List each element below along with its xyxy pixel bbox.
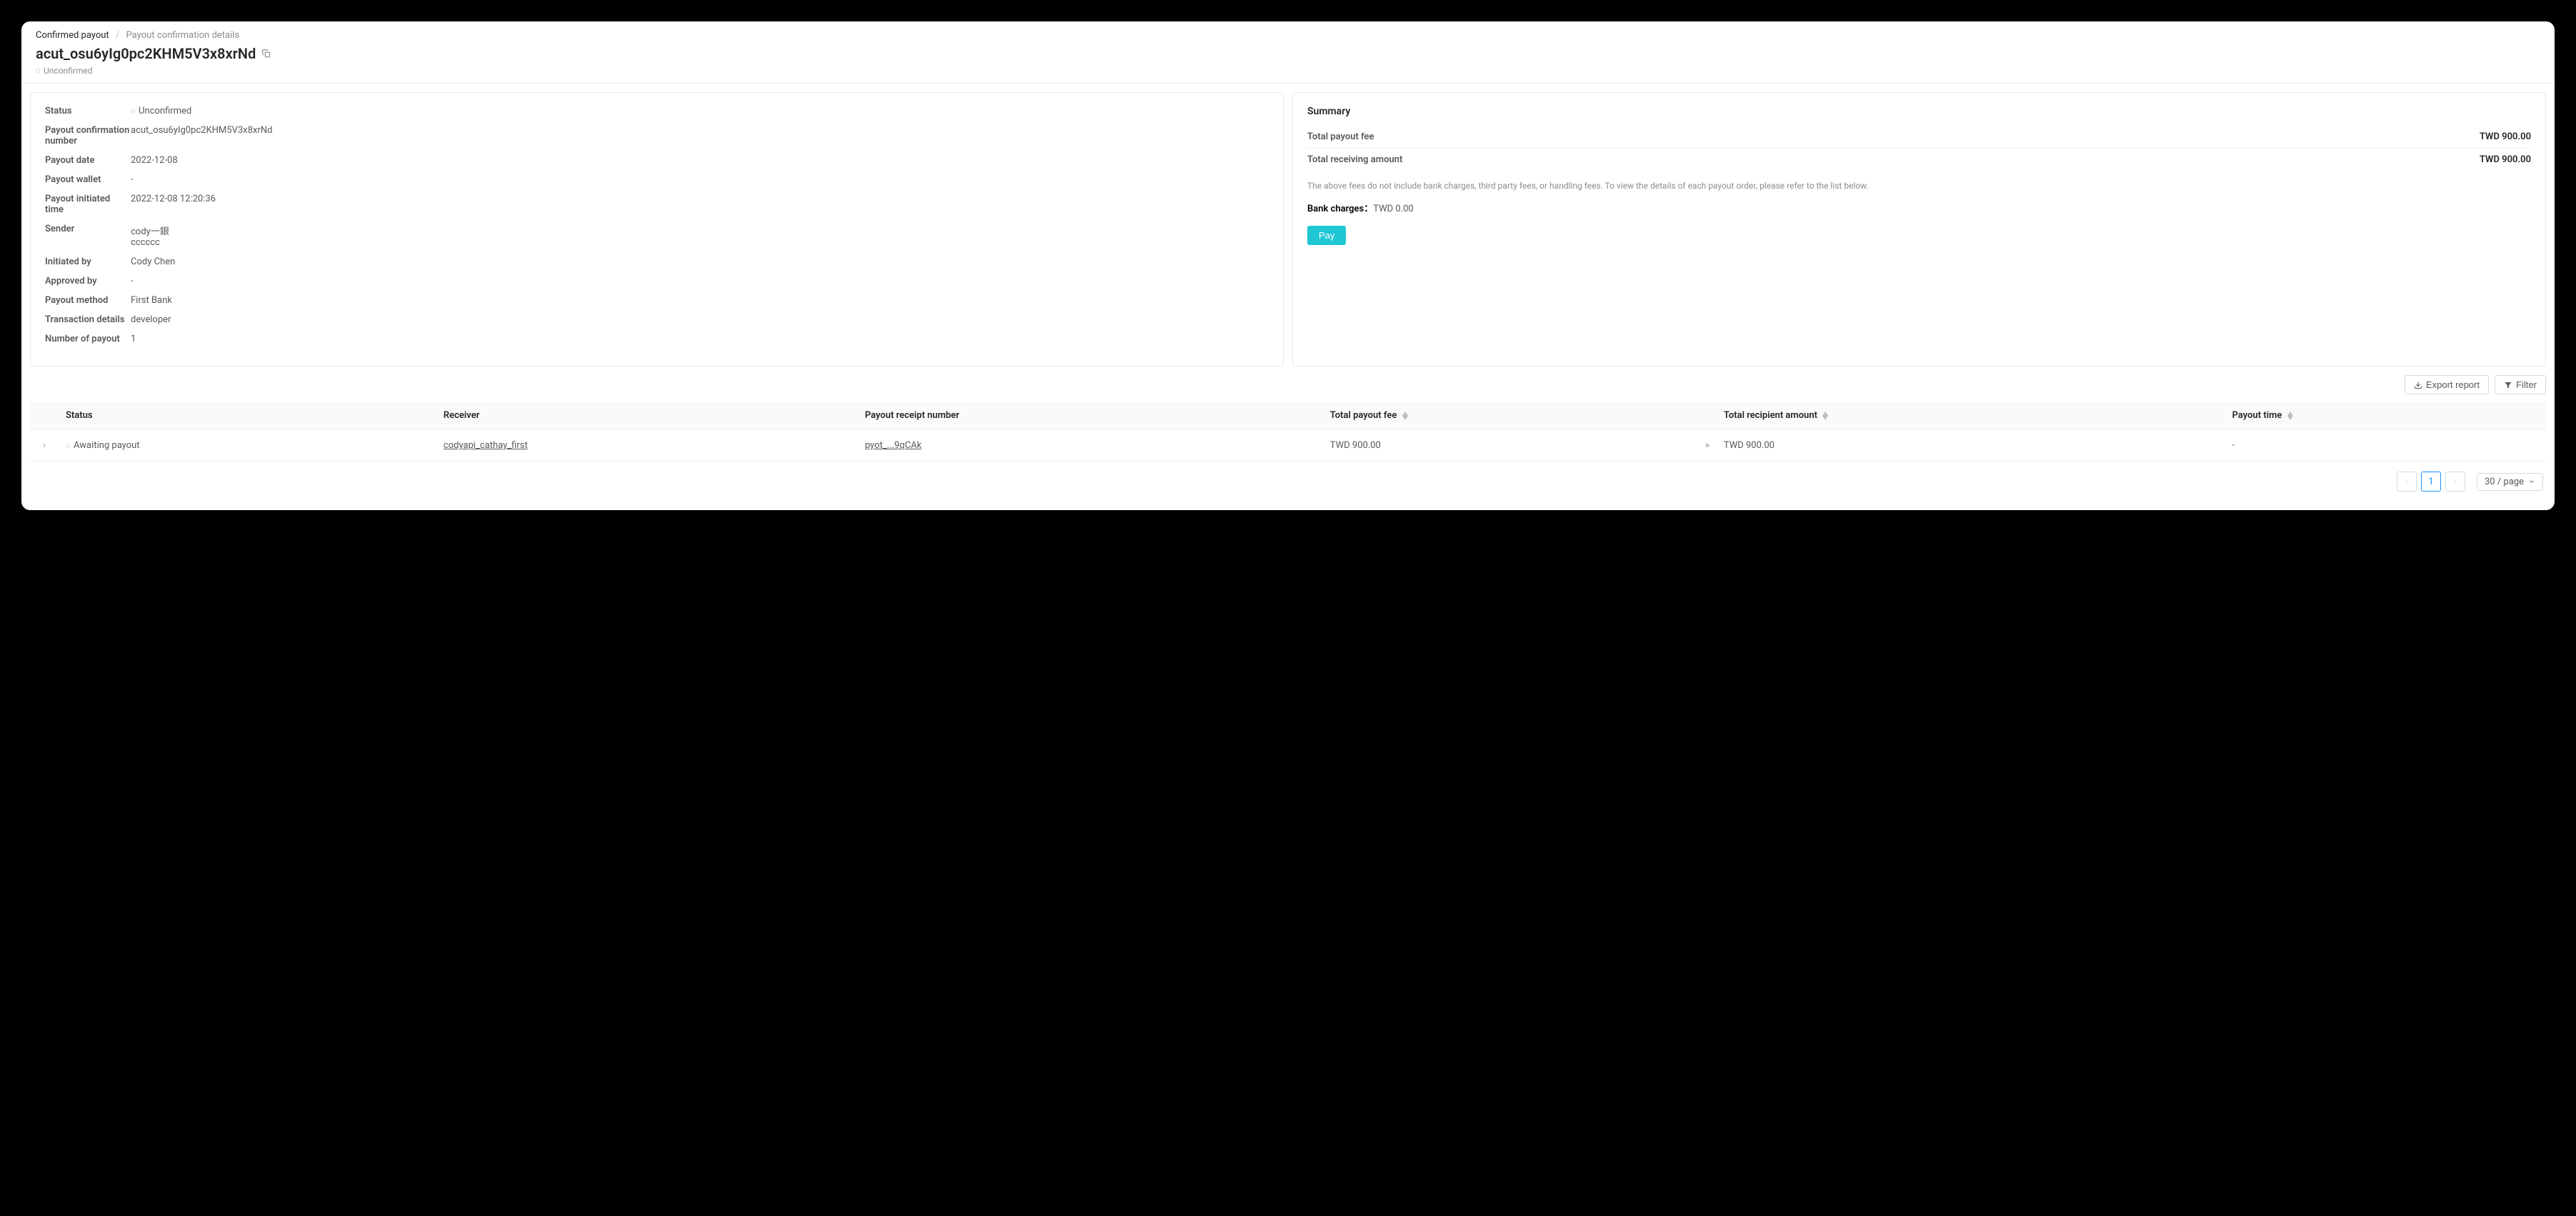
cell-receiver-link[interactable]: codyapi_cathay_first bbox=[444, 440, 528, 451]
summary-total-recv-value: TWD 900.00 bbox=[2480, 154, 2531, 165]
payout-table: Status Receiver Payout receipt number To… bbox=[30, 402, 2546, 462]
payout-method-label: Payout method bbox=[45, 295, 131, 306]
sender-value: cody一銀 cccccc bbox=[131, 224, 169, 248]
conf-num-value: acut_osu6yIg0pc2KHM5V3x8xrNd bbox=[131, 125, 272, 136]
initiated-time-value: 2022-12-08 12:20:36 bbox=[131, 194, 216, 204]
bank-charges-value: TWD 0.00 bbox=[1373, 204, 1414, 214]
approved-by-label: Approved by bbox=[45, 276, 131, 286]
status-dot-icon bbox=[131, 109, 135, 114]
breadcrumb-current: Payout confirmation details bbox=[126, 30, 240, 41]
summary-total-fee-value: TWD 900.00 bbox=[2480, 131, 2531, 142]
col-total-fee[interactable]: Total payout fee bbox=[1323, 402, 1717, 430]
summary-total-fee-row: Total payout fee TWD 900.00 bbox=[1307, 126, 2531, 149]
pagination-prev-button[interactable] bbox=[2397, 472, 2417, 492]
col-receipt: Payout receipt number bbox=[858, 402, 1323, 430]
filter-button[interactable]: Filter bbox=[2495, 375, 2546, 394]
pagination-next-button[interactable] bbox=[2445, 472, 2465, 492]
pay-button[interactable]: Pay bbox=[1307, 226, 1346, 245]
export-report-button[interactable]: Export report bbox=[2405, 375, 2489, 394]
payout-wallet-value: - bbox=[131, 174, 134, 185]
chevron-down-icon bbox=[2528, 478, 2535, 485]
summary-total-recv-row: Total receiving amount TWD 900.00 bbox=[1307, 149, 2531, 171]
col-expand bbox=[30, 402, 59, 430]
conf-num-label: Payout confirmation number bbox=[45, 125, 131, 146]
sort-icon[interactable] bbox=[1822, 412, 1828, 420]
sort-icon[interactable] bbox=[2287, 412, 2293, 420]
sender-label: Sender bbox=[45, 224, 131, 234]
copy-icon[interactable] bbox=[261, 49, 271, 59]
expand-row-icon[interactable]: › bbox=[43, 440, 46, 450]
initiated-by-label: Initiated by bbox=[45, 256, 131, 267]
sort-icon[interactable] bbox=[1402, 412, 1408, 420]
col-receiver: Receiver bbox=[436, 402, 858, 430]
cell-total-recipient: TWD 900.00 bbox=[1717, 430, 2225, 462]
details-card: Status Unconfirmed Payout confirmation n… bbox=[30, 92, 1284, 367]
cell-total-fee: TWD 900.00 » bbox=[1323, 430, 1717, 462]
page-title: acut_osu6yIg0pc2KHM5V3x8xrNd bbox=[36, 45, 256, 62]
bank-charges-label: Bank charges： bbox=[1307, 204, 1373, 214]
filter-icon bbox=[2504, 381, 2512, 389]
num-payout-value: 1 bbox=[131, 334, 136, 344]
download-icon bbox=[2414, 381, 2422, 389]
pagination: 1 30 / page bbox=[30, 462, 2546, 502]
breadcrumb-separator: / bbox=[116, 30, 119, 41]
txn-details-value: developer bbox=[131, 314, 171, 325]
txn-details-label: Transaction details bbox=[45, 314, 131, 325]
col-total-recipient[interactable]: Total recipient amount bbox=[1717, 402, 2225, 430]
status-label: Status bbox=[45, 106, 131, 116]
header-status-text: Unconfirmed bbox=[44, 66, 93, 76]
header-status-badge: Unconfirmed bbox=[36, 66, 93, 76]
title-row: acut_osu6yIg0pc2KHM5V3x8xrNd bbox=[36, 45, 2540, 62]
table-row: › Awaiting payout codyapi_cathay_first p… bbox=[30, 430, 2546, 462]
summary-total-recv-label: Total receiving amount bbox=[1307, 154, 1402, 165]
chevron-right-icon bbox=[2452, 478, 2459, 485]
summary-total-fee-label: Total payout fee bbox=[1307, 131, 1374, 142]
payout-date-label: Payout date bbox=[45, 155, 131, 166]
col-status: Status bbox=[59, 402, 436, 430]
num-payout-label: Number of payout bbox=[45, 334, 131, 344]
pagination-page-size-select[interactable]: 30 / page bbox=[2477, 473, 2543, 491]
more-icon[interactable]: » bbox=[1705, 440, 1709, 451]
breadcrumb-root[interactable]: Confirmed payout bbox=[36, 30, 109, 41]
page-header: Confirmed payout / Payout confirmation d… bbox=[21, 21, 2555, 84]
payout-window: Confirmed payout / Payout confirmation d… bbox=[21, 21, 2555, 510]
cell-status: Awaiting payout bbox=[59, 430, 436, 462]
payout-date-value: 2022-12-08 bbox=[131, 155, 178, 166]
summary-card: Summary Total payout fee TWD 900.00 Tota… bbox=[1292, 92, 2546, 367]
status-dot-icon bbox=[66, 444, 70, 448]
table-header-row: Status Receiver Payout receipt number To… bbox=[30, 402, 2546, 430]
col-payout-time[interactable]: Payout time bbox=[2225, 402, 2546, 430]
table-actions: Export report Filter bbox=[30, 375, 2546, 394]
pagination-page-1[interactable]: 1 bbox=[2421, 472, 2441, 492]
chevron-left-icon bbox=[2403, 478, 2410, 485]
table-section: Export report Filter Status Receiver Pay… bbox=[21, 367, 2555, 510]
status-value: Unconfirmed bbox=[131, 106, 191, 116]
status-dot-icon bbox=[36, 69, 40, 73]
payout-wallet-label: Payout wallet bbox=[45, 174, 131, 185]
initiated-by-value: Cody Chen bbox=[131, 256, 175, 267]
summary-title: Summary bbox=[1307, 106, 2531, 117]
content-area: Status Unconfirmed Payout confirmation n… bbox=[21, 84, 2555, 367]
bank-charges: Bank charges：TWD 0.00 bbox=[1307, 201, 2531, 214]
cell-payout-time: - bbox=[2225, 430, 2546, 462]
cell-receipt-link[interactable]: pyot_...9qCAk bbox=[865, 440, 922, 451]
summary-note: The above fees do not include bank charg… bbox=[1307, 179, 2531, 192]
breadcrumb: Confirmed payout / Payout confirmation d… bbox=[36, 30, 2540, 41]
approved-by-value: - bbox=[131, 276, 134, 286]
payout-method-value: First Bank bbox=[131, 295, 172, 306]
initiated-time-label: Payout initiated time bbox=[45, 194, 131, 215]
